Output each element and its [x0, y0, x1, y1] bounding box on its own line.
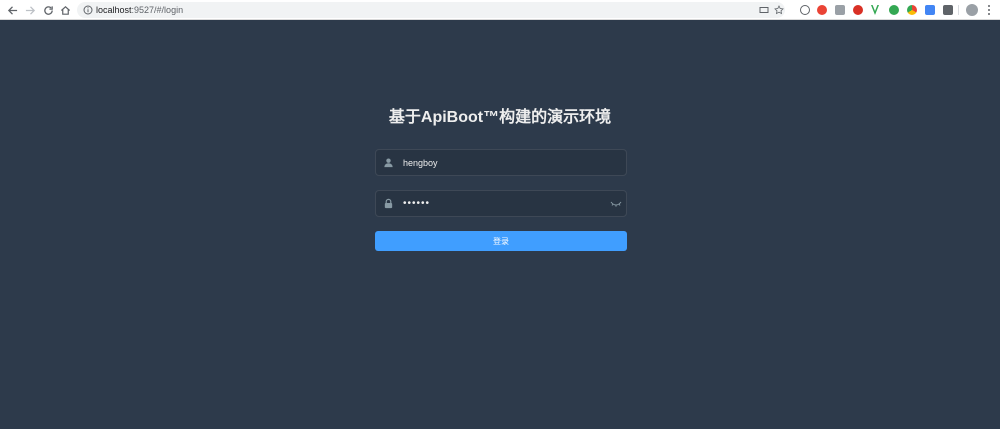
- extension-icon-2[interactable]: [817, 5, 827, 15]
- home-button[interactable]: [57, 2, 73, 18]
- toolbar-divider: [958, 5, 959, 15]
- user-icon: [384, 158, 393, 168]
- address-url: localhost:9527/#/login: [96, 5, 184, 15]
- login-button[interactable]: 登录: [375, 231, 627, 251]
- reload-icon: [43, 5, 53, 15]
- arrow-right-icon: [25, 5, 35, 15]
- profile-avatar[interactable]: [966, 4, 978, 16]
- star-icon[interactable]: [774, 5, 784, 15]
- info-icon[interactable]: [83, 5, 93, 15]
- extension-icon-5[interactable]: [871, 5, 879, 15]
- extension-icon-4[interactable]: [853, 5, 863, 15]
- home-icon: [60, 5, 70, 15]
- eye-closed-icon[interactable]: [610, 200, 622, 208]
- arrow-left-icon: [7, 5, 17, 15]
- menu-dots-icon[interactable]: [986, 4, 992, 16]
- extension-icon-8[interactable]: [925, 5, 935, 15]
- password-input[interactable]: [403, 191, 598, 216]
- username-input[interactable]: [403, 150, 598, 175]
- extension-icon-7[interactable]: [907, 5, 917, 15]
- lock-icon: [384, 198, 393, 209]
- extension-icon-6[interactable]: [889, 5, 899, 15]
- back-button[interactable]: [4, 2, 20, 18]
- extension-icon-3[interactable]: [835, 5, 845, 15]
- extension-icon-1[interactable]: [800, 5, 810, 15]
- password-field[interactable]: [375, 190, 627, 217]
- address-bar[interactable]: localhost:9527/#/login: [77, 2, 785, 18]
- extension-icon-9[interactable]: [943, 5, 953, 15]
- forward-button[interactable]: [22, 2, 38, 18]
- username-field[interactable]: [375, 149, 627, 176]
- reload-button[interactable]: [40, 2, 56, 18]
- cast-icon[interactable]: [759, 5, 769, 15]
- browser-toolbar: localhost:9527/#/login: [0, 0, 1000, 20]
- page-title: 基于ApiBoot™构建的演示环境: [388, 109, 612, 126]
